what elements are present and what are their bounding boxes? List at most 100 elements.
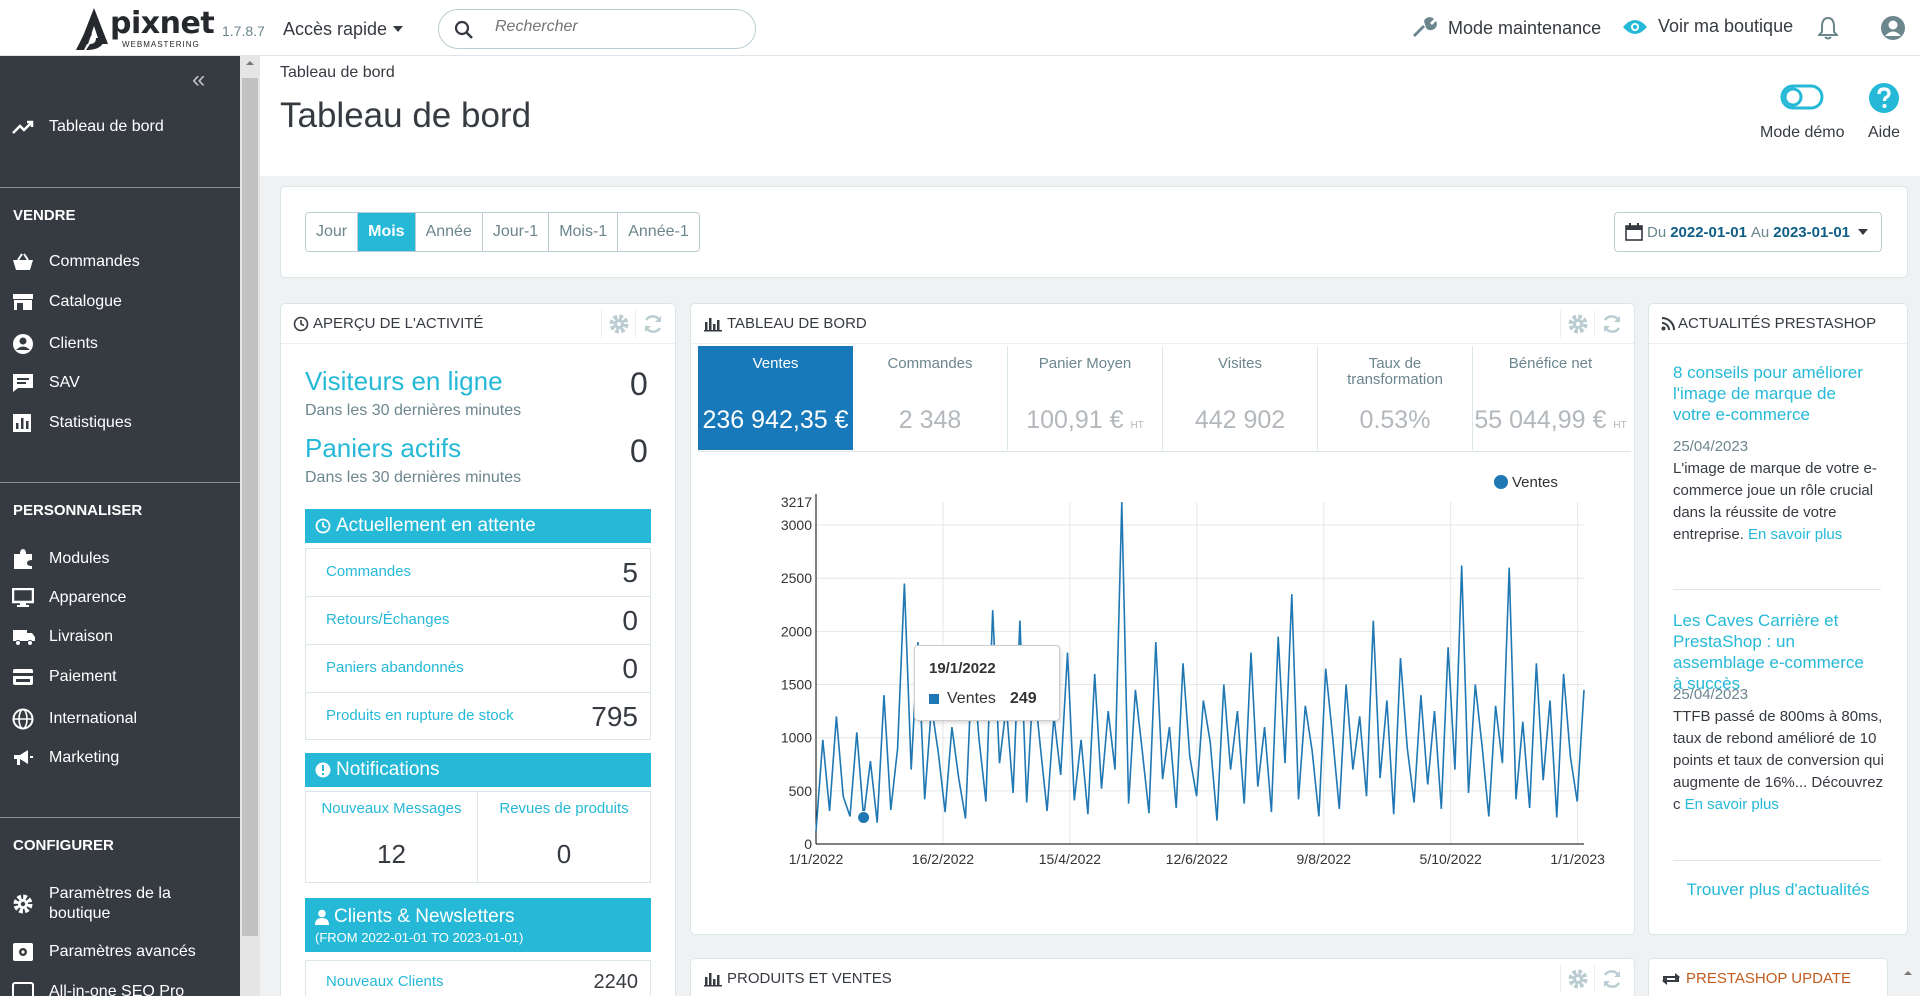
logo-text: pixnet [110,6,215,41]
sidebar-item-payment[interactable]: Paiement [12,668,117,686]
sidebar-item-marketing[interactable]: Marketing [12,748,119,768]
news-item-title[interactable]: Les Caves Carrière et PrestaShop : un as… [1673,610,1873,694]
new-messages-cell[interactable]: Nouveaux Messages 12 [306,792,478,882]
sidebar-item-dashboard[interactable]: Tableau de bord [12,118,164,136]
help-button[interactable]: Aide [1868,82,1900,142]
refresh-icon[interactable] [1594,965,1628,993]
sidebar-item-appearance[interactable]: Apparence [12,588,126,608]
active-carts-link[interactable]: Paniers actifs [305,433,461,464]
kpi-sales[interactable]: Ventes 236 942,35 € [698,346,853,450]
breadcrumb[interactable]: Tableau de bord [280,64,395,82]
view-shop-label: Voir ma boutique [1658,16,1794,36]
view-shop-link[interactable]: Voir ma boutique [1622,16,1793,37]
panel-title: PRODUITS ET VENTES [727,970,892,987]
configure-icon[interactable] [1560,965,1594,993]
period-year-button[interactable]: Année [415,213,483,251]
sidebar-item-advanced-settings[interactable]: Paramètres avancés [12,942,196,962]
date-from-prefix: Du [1647,223,1667,241]
news-item-date: 25/04/2023 [1673,686,1749,703]
sidebar-item-orders[interactable]: Commandes [12,253,140,271]
visitors-online-link[interactable]: Visiteurs en ligne [305,366,503,397]
panel-title: ACTUALITÉS PRESTASHOP [1678,315,1877,332]
new-messages-label[interactable]: Nouveaux Messages [306,800,477,817]
configure-icon[interactable] [1560,310,1594,338]
chart-tooltip: 19/1/2022 Ventes 249 [914,645,1060,721]
pending-label[interactable]: Paniers abandonnés [326,659,464,676]
page-scrollbar[interactable] [1898,966,1918,996]
user-account-icon[interactable] [1880,15,1906,41]
refresh-icon[interactable] [635,310,669,338]
kpi-visits[interactable]: Visites 442 902 [1163,346,1318,450]
gear-icon [13,894,33,914]
configure-icon[interactable] [601,310,635,338]
maintenance-mode-link[interactable]: Mode maintenance [1412,16,1601,40]
pending-label[interactable]: Produits en rupture de stock [326,707,514,724]
sidebar-item-label: Livraison [49,628,114,645]
search-input[interactable] [495,18,735,36]
product-reviews-label[interactable]: Revues de produits [478,800,650,817]
carts-subtext: Dans les 30 dernières minutes [305,469,522,486]
period-day-button[interactable]: Jour [306,213,359,251]
collapse-sidebar-icon[interactable]: « [192,66,205,94]
tooltip-value: 249 [1009,690,1037,707]
list-item[interactable]: Commandes 5 [306,549,650,597]
list-item[interactable]: Retours/Échanges 0 [306,597,650,645]
bell-icon[interactable] [1818,16,1838,40]
credit-card-icon [13,669,33,685]
desktop-icon [12,588,34,607]
active-carts-value: 0 [630,433,648,469]
period-day-prev-button[interactable]: Jour-1 [482,213,550,251]
clock-icon [293,316,309,331]
new-clients-value: 2240 [593,971,639,993]
period-year-prev-button[interactable]: Année-1 [618,213,699,251]
scrollbar-thumb[interactable] [242,78,258,936]
read-more-link[interactable]: En savoir plus [1748,526,1842,543]
refresh-icon[interactable] [1594,310,1628,338]
top-header: pixnet WEBMASTERING 1.7.8.7 Accès rapide… [0,0,1920,56]
scroll-up-icon[interactable] [1898,966,1918,980]
sidebar-item-label: Statistiques [49,414,132,431]
kpi-average-cart[interactable]: Panier Moyen 100,91 € HT [1008,346,1163,450]
search-box[interactable] [438,9,756,49]
sidebar-item-shop-settings[interactable]: Paramètres de la boutique [12,884,199,924]
news-item-body: L'image de marque de votre e-commerce jo… [1673,458,1887,546]
trending-icon [12,120,34,134]
period-month-button[interactable]: Mois [358,213,416,251]
logo-subtitle: WEBMASTERING [122,40,200,49]
sidebar-item-label: All-in-one SEO Pro [49,983,185,996]
sales-line-chart[interactable]: 0 500 1000 1500 2000 2500 3000 3217 1/1/2022 16/2… [700,462,1630,882]
kpi-net-profit[interactable]: Bénéfice net 55 044,99 € HT [1473,346,1628,450]
sidebar-scrollbar[interactable] [240,56,260,996]
product-reviews-cell[interactable]: Revues de produits 0 [478,792,650,882]
read-more-link[interactable]: En savoir plus [1685,796,1779,813]
kpi-orders[interactable]: Commandes 2 348 [853,346,1008,450]
sidebar-item-seo[interactable]: All-in-one SEO Pro [12,982,184,996]
sidebar-item-international[interactable]: International [12,708,137,730]
shop-logo[interactable]: pixnet WEBMASTERING [74,4,215,52]
y-tick-label: 3000 [781,517,812,533]
x-tick-label: 12/6/2022 [1166,851,1228,867]
sidebar-item-label: Tableau de bord [49,118,164,135]
section-configurer: CONFIGURER [13,837,114,854]
date-range-picker[interactable]: Du 2022-01-01 Au 2023-01-01 [1614,212,1882,252]
news-item-title[interactable]: 8 conseils pour améliorer l'image de mar… [1673,362,1873,425]
period-month-prev-button[interactable]: Mois-1 [549,213,619,251]
list-item[interactable]: Produits en rupture de stock 795 [306,693,650,741]
demo-mode-toggle[interactable]: Mode démo [1760,82,1845,142]
sidebar-item-sav[interactable]: SAV [12,373,80,393]
new-clients-label[interactable]: Nouveaux Clients [326,973,444,990]
sidebar-item-catalog[interactable]: Catalogue [12,293,122,311]
sidebar-item-modules[interactable]: Modules [12,548,109,570]
sidebar-item-shipping[interactable]: Livraison [12,628,113,646]
kpi-conversion[interactable]: Taux de transformation 0.53% [1318,346,1473,450]
products-sales-panel: PRODUITS ET VENTES [690,958,1635,996]
panel-title: TABLEAU DE BORD [727,315,867,332]
scroll-up-icon[interactable] [240,56,260,70]
pending-label[interactable]: Commandes [326,563,411,580]
more-news-link[interactable]: Trouver plus d'actualités [1648,880,1908,900]
pending-label[interactable]: Retours/Échanges [326,611,449,628]
sidebar-item-customers[interactable]: Clients [12,333,98,355]
list-item[interactable]: Paniers abandonnés 0 [306,645,650,693]
quick-access-dropdown[interactable]: Accès rapide [283,19,404,40]
sidebar-item-stats[interactable]: Statistiques [12,413,132,433]
